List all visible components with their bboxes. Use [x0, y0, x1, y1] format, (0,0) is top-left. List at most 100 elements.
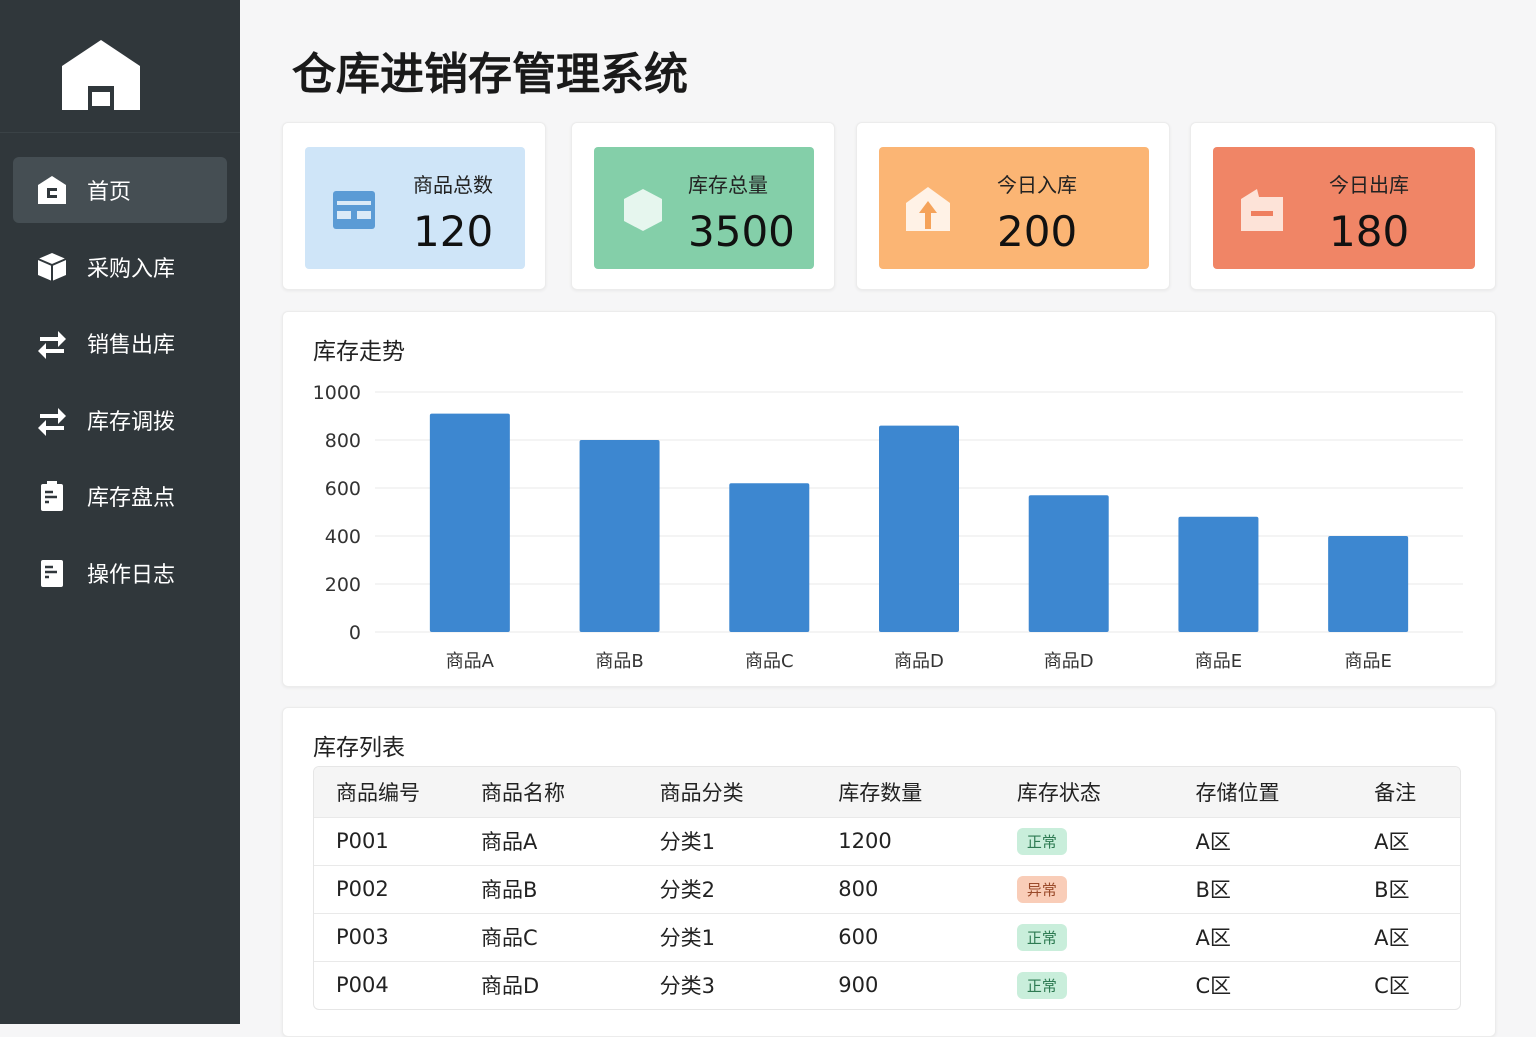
column-header[interactable]: 库存状态 — [994, 767, 1174, 817]
column-header[interactable]: 商品名称 — [459, 767, 638, 817]
stat-label: 库存总量 — [688, 173, 768, 197]
divider — [0, 132, 240, 133]
cell-id: P001 — [314, 816, 459, 865]
cell-qty: 1200 — [816, 816, 995, 865]
home-icon — [35, 173, 69, 207]
y-tick-label: 1000 — [313, 382, 361, 404]
sidebar: 首页采购入库销售出库库存调拨库存盘点操作日志 — [0, 0, 240, 1024]
column-header[interactable]: 备注 — [1352, 767, 1460, 817]
stat-icon — [1237, 185, 1287, 235]
stat-value: 120 — [413, 207, 494, 256]
status-badge: 正常 — [1016, 923, 1067, 951]
stat-icon — [903, 185, 953, 235]
inventory-table: 商品编号 商品名称 商品分类 库存数量 库存状态 存储位置 备注 P001 商品A 分类1 120… — [313, 766, 1461, 1010]
bar — [729, 483, 810, 632]
cell-note: B区 — [1352, 864, 1460, 913]
transfer-icon — [35, 403, 69, 437]
sidebar-item-label: 采购入库 — [87, 256, 176, 282]
bar — [1328, 536, 1409, 632]
stat-icon — [618, 185, 668, 235]
cell-name: 商品C — [459, 912, 638, 961]
cell-qty: 600 — [816, 912, 995, 961]
y-tick-label: 200 — [325, 574, 361, 596]
document-icon — [35, 556, 69, 590]
cell-category: 分类3 — [637, 960, 817, 1009]
sidebar-item-3[interactable]: 库存调拨 — [13, 387, 227, 453]
stat-card-1: 库存总量 3500 — [571, 122, 835, 290]
cell-location: C区 — [1173, 960, 1353, 1009]
cell-status: 正常 — [994, 912, 1174, 961]
cell-location: B区 — [1173, 864, 1353, 913]
stat-label: 今日出库 — [1329, 173, 1409, 197]
x-tick-label: 商品B — [595, 651, 643, 672]
inventory-card: 库存列表 商品编号 商品名称 商品分类 库存数量 库存状态 存储位置 备注 P001 商品A 分… — [282, 707, 1496, 1037]
sidebar-item-label: 首页 — [87, 180, 132, 205]
cell-name: 商品B — [459, 864, 638, 913]
table-row[interactable]: P002 商品B 分类2 800 异常 B区 B区 — [314, 864, 1460, 913]
y-tick-label: 400 — [325, 526, 361, 548]
warehouse-logo-icon — [62, 40, 140, 110]
inventory-title: 库存列表 — [313, 735, 405, 761]
bar — [1178, 516, 1259, 632]
cell-note: A区 — [1352, 816, 1460, 865]
sidebar-item-label: 库存盘点 — [87, 486, 176, 511]
stat-card-3: 今日出库 180 — [1190, 122, 1496, 290]
sidebar-item-0[interactable]: 首页 — [13, 157, 227, 223]
bar — [429, 413, 510, 632]
bar-chart: 0 200 400 600 800 1000 商品A 商品B 商品C 商品D 商品D 商品E 商品E — [313, 382, 1463, 672]
x-tick-label: 商品E — [1195, 651, 1242, 672]
sidebar-item-5[interactable]: 操作日志 — [13, 540, 227, 606]
cell-name: 商品A — [459, 816, 638, 865]
stat-label: 今日入库 — [997, 173, 1077, 197]
stat-value: 3500 — [688, 207, 795, 256]
x-tick-label: 商品E — [1344, 651, 1391, 672]
x-tick-label: 商品A — [446, 651, 495, 672]
x-tick-label: 商品D — [894, 651, 944, 672]
cell-category: 分类1 — [637, 912, 817, 961]
page-title: 仓库进销存管理系统 — [292, 49, 688, 100]
column-header[interactable]: 存储位置 — [1173, 767, 1353, 817]
chart-card: 库存走势 0 200 400 600 800 1000 商品A 商品B 商品C 商品D 商品D 商品E… — [282, 311, 1496, 687]
cell-id: P002 — [314, 864, 459, 913]
cell-name: 商品D — [459, 960, 638, 1009]
sidebar-item-4[interactable]: 库存盘点 — [13, 463, 227, 529]
column-header[interactable]: 库存数量 — [816, 767, 995, 817]
table-row[interactable]: P003 商品C 分类1 600 正常 A区 A区 — [314, 912, 1460, 961]
status-badge: 正常 — [1016, 827, 1067, 855]
table-row[interactable]: P004 商品D 分类3 900 正常 C区 C区 — [314, 960, 1460, 1009]
cell-qty: 800 — [816, 864, 995, 913]
stat-value: 180 — [1329, 207, 1410, 256]
sidebar-item-1[interactable]: 采购入库 — [13, 234, 227, 300]
column-header[interactable]: 商品分类 — [637, 767, 817, 817]
stat-panel: 库存总量 3500 — [594, 147, 814, 269]
cell-location: A区 — [1173, 912, 1353, 961]
bar — [1028, 495, 1109, 632]
stat-icon — [329, 185, 379, 235]
clipboard-icon — [35, 479, 69, 513]
y-tick-label: 0 — [349, 622, 361, 644]
cell-id: P004 — [314, 960, 459, 1009]
stat-panel: 今日入库 200 — [879, 147, 1149, 269]
cell-note: C区 — [1352, 960, 1460, 1009]
cell-id: P003 — [314, 912, 459, 961]
cell-category: 分类2 — [637, 864, 817, 913]
stat-panel: 今日出库 180 — [1213, 147, 1475, 269]
status-badge: 正常 — [1016, 971, 1067, 999]
cell-status: 正常 — [994, 816, 1174, 865]
x-tick-label: 商品D — [1044, 651, 1094, 672]
x-tick-label: 商品C — [745, 651, 794, 672]
cell-qty: 900 — [816, 960, 995, 1009]
sidebar-item-2[interactable]: 销售出库 — [13, 310, 227, 376]
box-icon — [35, 250, 69, 284]
cell-note: A区 — [1352, 912, 1460, 961]
sidebar-item-label: 操作日志 — [87, 562, 176, 588]
stat-card-2: 今日入库 200 — [856, 122, 1170, 290]
status-badge: 异常 — [1016, 875, 1067, 903]
cell-status: 正常 — [994, 960, 1174, 1009]
column-header[interactable]: 商品编号 — [314, 767, 459, 817]
main-content: 仓库进销存管理系统 商品总数 120 库存总量 3500 今日入库 200 今日… — [240, 0, 1536, 1037]
cell-category: 分类1 — [637, 816, 817, 865]
sidebar-item-label: 库存调拨 — [87, 409, 176, 435]
table-row[interactable]: P001 商品A 分类1 1200 正常 A区 A区 — [314, 816, 1460, 865]
bar — [879, 425, 959, 632]
